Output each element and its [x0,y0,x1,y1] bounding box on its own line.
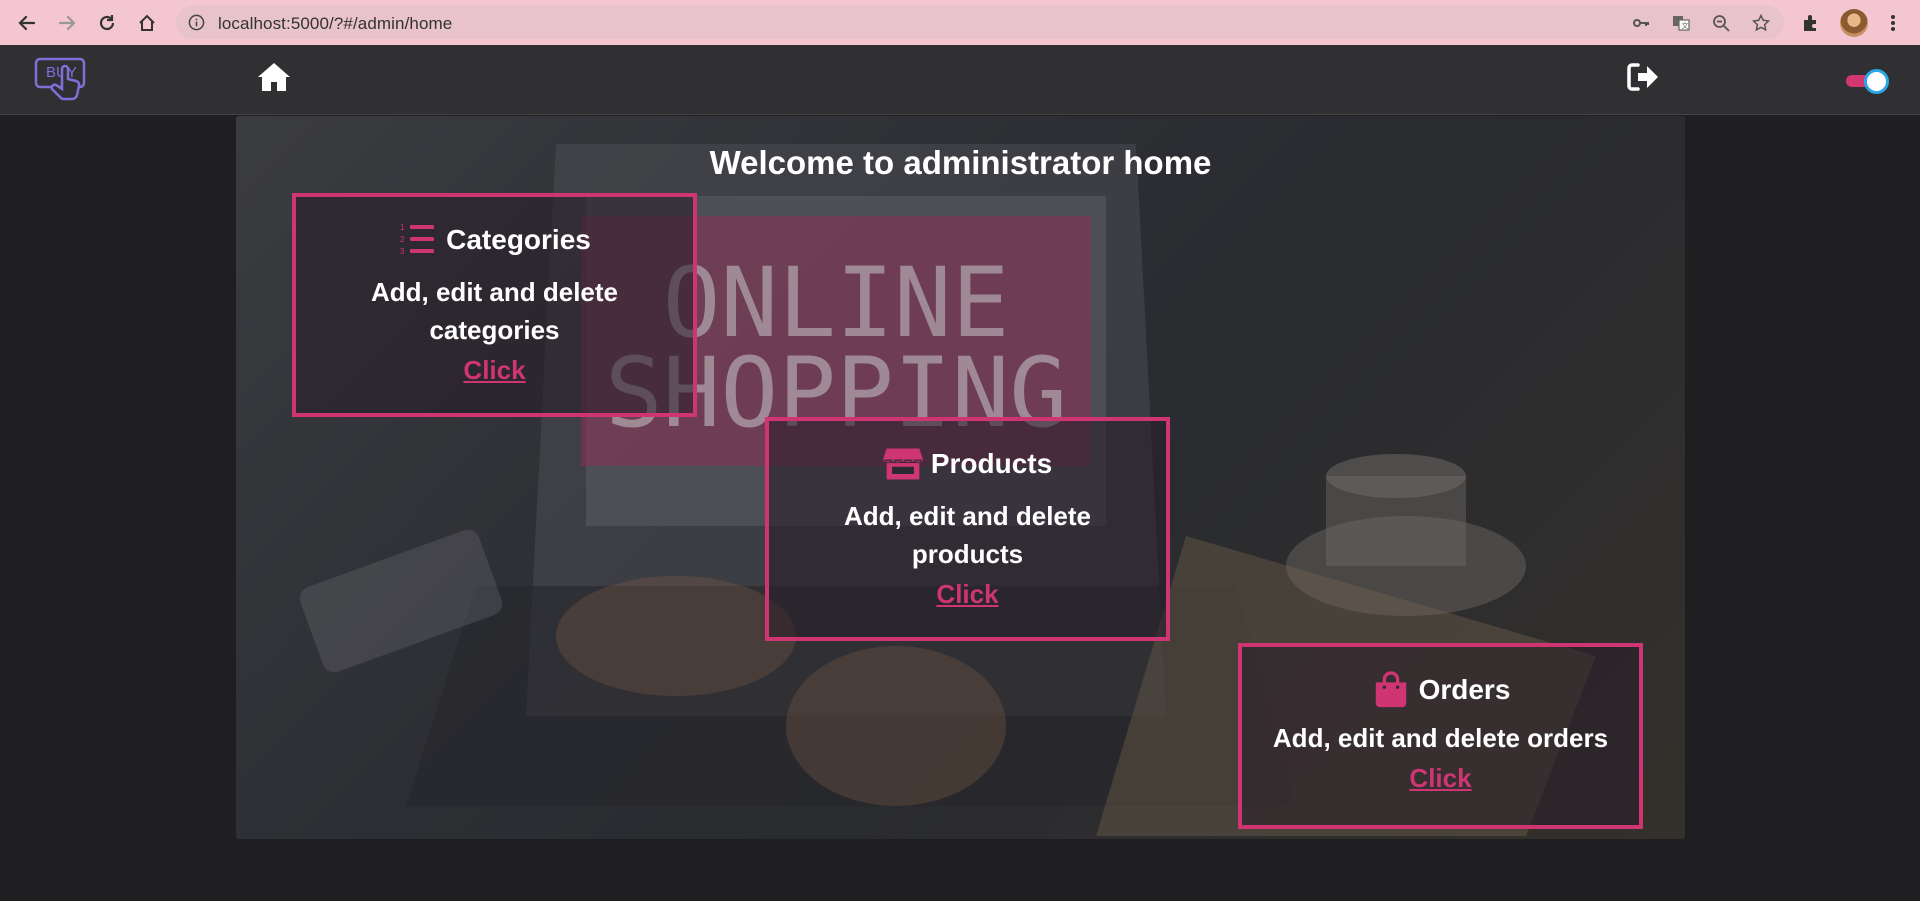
translate-icon[interactable]: 文 [1672,14,1690,32]
app-navbar: BUY [0,45,1920,115]
orders-description: Add, edit and delete orders [1272,723,1609,753]
arrow-right-icon [58,15,76,31]
home-outline-icon [139,14,155,31]
home-nav-link[interactable] [256,60,292,94]
arrow-left-icon [18,15,36,31]
profile-avatar[interactable] [1840,9,1868,37]
home-icon [258,63,290,91]
star-icon[interactable] [1752,14,1770,32]
products-description: Add, edit and delete products [843,501,1092,569]
menu-kebab-icon[interactable] [1880,10,1906,36]
url-text[interactable]: localhost:5000/?#/admin/home [218,14,452,34]
store-icon [882,448,923,480]
orders-title: Orders [1418,674,1511,705]
sign-out-icon [1627,63,1658,91]
browser-toolbar: localhost:5000/?#/admin/home 文 [0,0,1920,45]
svg-text:2: 2 [400,235,405,244]
categories-card: 1 2 3 Categories Add, edit and delete ca… [292,193,697,417]
logout-link[interactable] [1626,61,1660,93]
key-icon[interactable] [1632,14,1650,32]
svg-text:3: 3 [400,247,405,256]
reload-button[interactable] [94,10,120,36]
categories-title: Categories [446,224,591,255]
address-bar[interactable]: localhost:5000/?#/admin/home 文 [176,6,1784,39]
logo[interactable]: BUY [34,55,90,107]
page-title: Welcome to administrator home [709,144,1212,181]
products-card: Products Add, edit and delete products C… [765,417,1170,641]
orders-link[interactable]: Click [1409,763,1471,794]
toggle-knob [1864,69,1889,94]
reload-icon [99,15,115,31]
categories-link[interactable]: Click [463,355,525,386]
svg-text:文: 文 [1682,21,1689,30]
admin-hero: ONLINE SHOPPING Welcome to administrator… [236,116,1685,839]
svg-text:1: 1 [400,223,405,232]
back-button[interactable] [14,10,40,36]
products-link[interactable]: Click [936,579,998,610]
orders-card: Orders Add, edit and delete orders Click [1238,643,1643,829]
list-ol-icon: 1 2 3 [400,223,435,256]
shopping-bag-icon [1375,671,1406,708]
categories-description: Add, edit and delete categories [370,277,619,345]
home-button[interactable] [134,10,160,36]
extensions-icon[interactable] [1798,10,1824,36]
info-icon[interactable] [188,14,205,31]
forward-button[interactable] [54,10,80,36]
theme-toggle[interactable] [1846,69,1890,94]
products-title: Products [930,448,1053,479]
zoom-icon[interactable] [1712,14,1730,32]
